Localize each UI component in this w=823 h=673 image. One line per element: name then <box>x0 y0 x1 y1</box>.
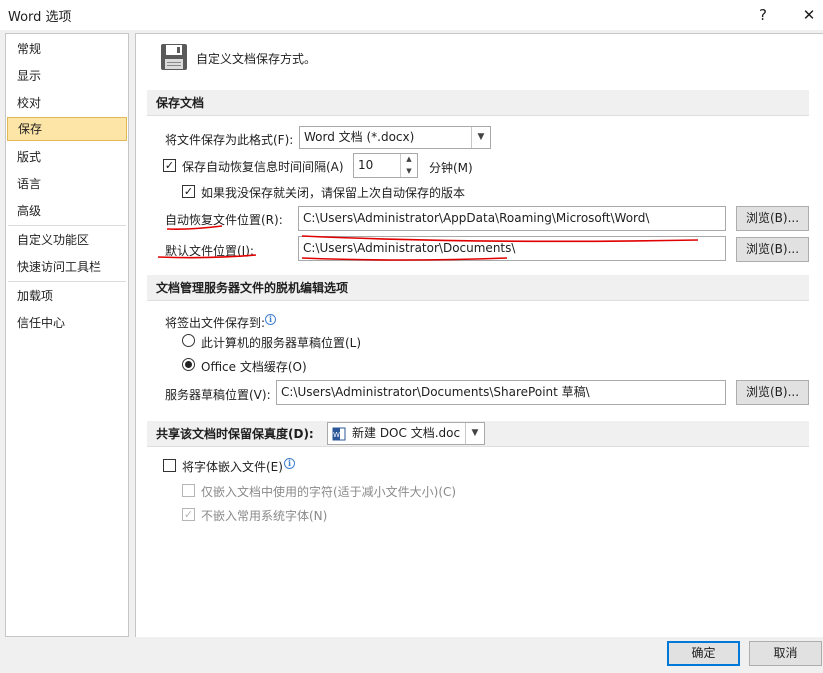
chevron-down-icon: ▼ <box>465 423 484 444</box>
chevron-down-icon: ▼ <box>471 127 490 148</box>
section-save-documents: 保存文档 <box>147 90 809 116</box>
browse-autorecover-button[interactable]: 浏览(B)... <box>736 206 809 231</box>
header-text: 自定义文档保存方式。 <box>196 52 317 66</box>
window-title: Word 选项 <box>8 10 72 25</box>
svg-text:W: W <box>333 431 340 439</box>
autorecover-minutes-stepper[interactable]: 10 ▲ ▼ <box>353 153 418 178</box>
save-format-label: 将文件保存为此格式(F): <box>165 133 294 147</box>
close-button[interactable]: ✕ <box>786 0 823 30</box>
autorecover-path-label: 自动恢复文件位置(R): <box>165 213 283 227</box>
radio-office-cache-label: Office 文档缓存(O) <box>201 360 307 374</box>
autorecover-checkbox[interactable]: ✓ <box>163 159 176 172</box>
minutes-unit-label: 分钟(M) <box>429 161 473 175</box>
sidebar-divider <box>8 281 126 282</box>
no-common-fonts-label: 不嵌入常用系统字体(N) <box>201 509 328 523</box>
radio-office-cache[interactable] <box>182 358 195 371</box>
no-common-fonts-checkbox[interactable]: ✓ <box>182 508 195 521</box>
sidebar-item-typography[interactable]: 版式 <box>6 145 128 169</box>
autorecover-label: 保存自动恢复信息时间间隔(A) <box>182 160 344 174</box>
sidebar-item-quick-access[interactable]: 快速访问工具栏 <box>6 255 128 279</box>
sidebar-item-advanced[interactable]: 高级 <box>6 199 128 223</box>
check-icon: ✓ <box>164 159 175 172</box>
close-icon: ✕ <box>802 6 816 24</box>
sidebar-divider <box>8 225 126 226</box>
section-offline-editing: 文档管理服务器文件的脱机编辑选项 <box>147 275 809 301</box>
fidelity-document-value: 新建 DOC 文档.doc <box>352 426 461 440</box>
cancel-button[interactable]: 取消 <box>749 641 822 666</box>
default-path-label: 默认文件位置(I): <box>165 244 254 258</box>
browse-default-button[interactable]: 浏览(B)... <box>736 237 809 262</box>
radio-server-drafts-label: 此计算机的服务器草稿位置(L) <box>201 336 362 350</box>
help-button[interactable]: ? <box>740 0 786 30</box>
check-icon: ✓ <box>183 508 194 521</box>
embed-fonts-label: 将字体嵌入文件(E) <box>182 460 283 474</box>
spinner-buttons[interactable]: ▲ ▼ <box>400 154 417 177</box>
save-format-value: Word 文档 (*.docx) <box>304 130 415 144</box>
drafts-path-label: 服务器草稿位置(V): <box>165 388 271 402</box>
floppy-disk-icon <box>160 43 188 71</box>
radio-server-drafts[interactable] <box>182 334 195 347</box>
keep-last-version-checkbox[interactable]: ✓ <box>182 185 195 198</box>
fidelity-label: 共享该文档时保留保真度(D): <box>156 427 314 441</box>
sidebar: 常规 显示 校对 保存 版式 语言 高级 自定义功能区 快速访问工具栏 加载项 … <box>5 33 129 637</box>
autorecover-minutes-value: 10 <box>358 158 374 172</box>
radio-dot <box>185 361 192 368</box>
sidebar-item-language[interactable]: 语言 <box>6 172 128 196</box>
embed-fonts-checkbox[interactable] <box>163 459 176 472</box>
default-path-input[interactable]: C:\Users\Administrator\Documents\ <box>298 236 726 261</box>
keep-last-version-label: 如果我没保存就关闭，请保留上次自动保存的版本 <box>201 186 466 200</box>
spinner-up-icon[interactable]: ▲ <box>401 154 417 166</box>
word-document-icon: W <box>332 427 346 441</box>
sidebar-item-addins[interactable]: 加载项 <box>6 284 128 308</box>
sidebar-item-proofing[interactable]: 校对 <box>6 91 128 115</box>
checkout-label: 将签出文件保存到: <box>165 316 266 330</box>
browse-drafts-button[interactable]: 浏览(B)... <box>736 380 809 405</box>
sidebar-item-display[interactable]: 显示 <box>6 64 128 88</box>
sidebar-item-trust-center[interactable]: 信任中心 <box>6 311 128 335</box>
check-icon: ✓ <box>183 185 194 198</box>
sidebar-item-customize-ribbon[interactable]: 自定义功能区 <box>6 228 128 252</box>
embed-used-chars-checkbox[interactable] <box>182 484 195 497</box>
save-format-select[interactable]: Word 文档 (*.docx) ▼ <box>299 126 491 149</box>
autorecover-path-input[interactable]: C:\Users\Administrator\AppData\Roaming\M… <box>298 206 726 231</box>
drafts-path-input[interactable]: C:\Users\Administrator\Documents\SharePo… <box>276 380 726 405</box>
spinner-down-icon[interactable]: ▼ <box>401 166 417 178</box>
fidelity-document-select[interactable]: W 新建 DOC 文档.doc ▼ <box>327 422 485 445</box>
sidebar-item-general[interactable]: 常规 <box>6 37 128 61</box>
sidebar-item-save[interactable]: 保存 <box>7 117 127 141</box>
info-icon: i <box>284 458 295 469</box>
embed-used-chars-label: 仅嵌入文档中使用的字符(适于减小文件大小)(C) <box>201 485 457 499</box>
title-bar <box>0 0 823 30</box>
ok-button[interactable]: 确定 <box>667 641 740 666</box>
info-icon: i <box>265 314 276 325</box>
